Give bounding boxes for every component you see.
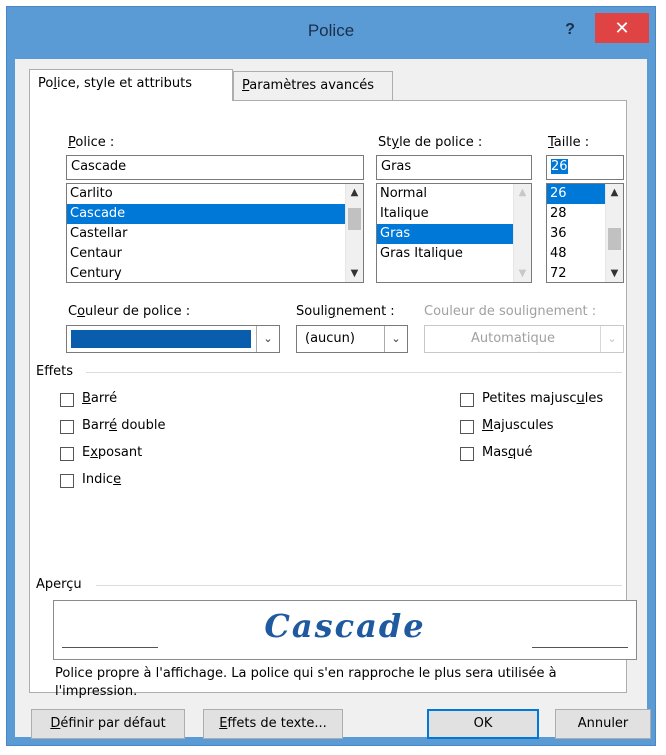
scroll-up-icon[interactable]: ▲ (346, 184, 363, 201)
cancel-button[interactable]: Annuler (555, 709, 651, 739)
subscript-label[interactable]: Indice (82, 472, 121, 487)
preview-note: Police propre à l'affichage. La police q… (55, 666, 557, 699)
preview-divider (96, 585, 622, 586)
size-label: Taille : (548, 135, 590, 150)
size-list-item[interactable]: 28 (547, 204, 606, 224)
size-list-scrollbar[interactable]: ▲ ▼ (605, 184, 623, 282)
font-list-item[interactable]: Carlito (67, 184, 346, 204)
font-name-input[interactable]: Cascade (66, 155, 364, 180)
tab-font-label-c: ice, style et attributs (56, 76, 193, 91)
style-list-item[interactable]: Gras Italique (377, 244, 514, 264)
dialog-body: Police, style et attributs Paramètres av… (15, 59, 651, 739)
ok-button[interactable]: OK (427, 709, 539, 739)
preview-baseline-right (532, 647, 628, 648)
chevron-down-icon: ⌄ (600, 326, 623, 352)
style-list-item[interactable]: Normal (377, 184, 514, 204)
effects-divider (86, 372, 622, 373)
size-list-item[interactable]: 26 (547, 184, 606, 204)
font-list-scrollbar[interactable]: ▲ ▼ (345, 184, 363, 282)
double-strikethrough-checkbox[interactable] (60, 420, 74, 434)
superscript-label[interactable]: Exposant (82, 445, 142, 460)
all-caps-checkbox[interactable] (460, 420, 474, 434)
scroll-down-icon: ▼ (518, 268, 527, 279)
underline-value: (aucun) (305, 331, 355, 346)
close-button[interactable]: ✕ (595, 13, 649, 43)
font-label: Police : (68, 135, 115, 150)
preview-heading: Aperçu (36, 577, 82, 592)
tab-advanced-label-b: aramètres avancés (249, 78, 375, 93)
tab-font-label-a: Po (38, 76, 54, 91)
underline-color-select: Automatique ⌄ (424, 325, 624, 353)
size-input-value: 26 (551, 159, 568, 174)
double-strikethrough-label[interactable]: Barré double (82, 418, 166, 433)
preview-text: Cascade (264, 607, 426, 645)
tab-advanced[interactable]: Paramètres avancés (233, 71, 393, 101)
font-dialog: Police ? ✕ Police, style et attributs Pa… (6, 6, 656, 746)
chevron-down-icon[interactable]: ⌄ (384, 326, 407, 352)
underline-label: Soulignement : (296, 304, 395, 319)
style-input[interactable]: Gras (376, 155, 532, 180)
scroll-thumb[interactable] (608, 228, 621, 250)
style-list-item[interactable]: Italique (377, 204, 514, 224)
style-list-items: Normal Italique Gras Gras Italique (377, 184, 531, 264)
small-caps-label[interactable]: Petites majuscules (482, 391, 603, 406)
style-list-item[interactable]: Gras (377, 224, 514, 244)
set-default-button[interactable]: Définir par défaut (31, 709, 185, 739)
font-color-label: Couleur de police : (68, 304, 191, 319)
hidden-label[interactable]: Masqué (482, 445, 532, 460)
strikethrough-label[interactable]: Barré (82, 391, 117, 406)
size-list-item[interactable]: 48 (547, 244, 606, 264)
font-color-swatch (71, 330, 251, 348)
size-list[interactable]: 26 28 36 48 72 ▲ ▼ (546, 183, 624, 283)
size-list-item[interactable]: 72 (547, 264, 606, 282)
size-input[interactable]: 26 (546, 155, 624, 180)
scroll-down-icon[interactable]: ▼ (606, 265, 623, 282)
title-bar[interactable]: Police ? ✕ (7, 7, 655, 59)
style-label: Style de police : (378, 135, 483, 150)
underline-color-value: Automatique (470, 331, 555, 346)
chevron-down-icon[interactable]: ⌄ (256, 326, 279, 352)
scroll-up-icon: ▲ (518, 187, 527, 198)
font-list-item[interactable]: Castellar (67, 224, 346, 244)
preview-baseline-left (62, 647, 158, 648)
underline-color-label: Couleur de soulignement : (424, 304, 597, 319)
font-color-select[interactable]: ⌄ (66, 325, 280, 353)
preview-box: Cascade (53, 600, 637, 660)
tab-font[interactable]: Police, style et attributs (29, 69, 233, 101)
scroll-down-icon[interactable]: ▼ (346, 265, 363, 282)
scroll-thumb[interactable] (348, 208, 361, 230)
style-list-scrollbar: ▲ ▼ (513, 184, 531, 282)
help-button[interactable]: ? (555, 17, 585, 43)
strikethrough-checkbox[interactable] (60, 393, 74, 407)
font-list-item[interactable]: Cascade (67, 204, 346, 224)
all-caps-label[interactable]: Majuscules (482, 418, 554, 433)
size-list-item[interactable]: 36 (547, 224, 606, 244)
font-list-item[interactable]: Century (67, 264, 346, 282)
style-list[interactable]: Normal Italique Gras Gras Italique ▲ ▼ (376, 183, 532, 283)
small-caps-checkbox[interactable] (460, 393, 474, 407)
font-list-item[interactable]: Centaur (67, 244, 346, 264)
hidden-checkbox[interactable] (460, 447, 474, 461)
effects-heading: Effets (36, 364, 74, 379)
underline-select[interactable]: (aucun) ⌄ (296, 325, 408, 353)
superscript-checkbox[interactable] (60, 447, 74, 461)
font-list[interactable]: Carlito Cascade Castellar Centaur Century ▲ … (66, 183, 364, 283)
scroll-up-icon[interactable]: ▲ (606, 184, 623, 201)
text-effects-button[interactable]: Effets de texte... (203, 709, 343, 739)
subscript-checkbox[interactable] (60, 474, 74, 488)
font-list-items: Carlito Cascade Castellar Centaur Century (67, 184, 363, 282)
